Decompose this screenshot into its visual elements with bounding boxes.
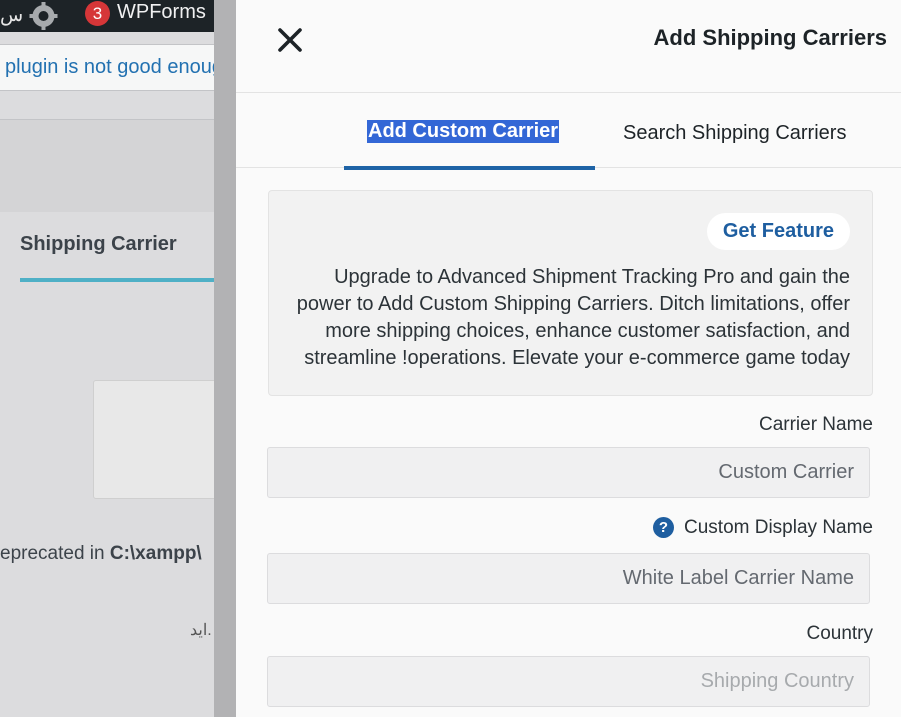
question-circle-icon[interactable]: ?	[653, 517, 674, 539]
pro-upgrade-box: Get Feature Upgrade to Advanced Shipment…	[268, 190, 873, 396]
carrier-name-input[interactable]	[268, 448, 869, 497]
panel-header: Add Shipping Carriers	[236, 0, 901, 93]
active-tab-underline	[344, 166, 595, 170]
country-select[interactable]	[268, 657, 869, 706]
get-feature-button[interactable]: Get Feature	[706, 213, 850, 250]
tab-search-shipping-carriers-label: Search Shipping Carriers	[623, 122, 847, 144]
custom-display-name-field-wrap	[267, 553, 870, 604]
deprecated-path: C:\xampp\	[109, 543, 202, 564]
tab-add-custom-carrier-label: Add Custom Carrier	[367, 120, 560, 143]
notification-badge[interactable]: 3	[85, 1, 110, 26]
close-x-icon[interactable]	[276, 26, 304, 54]
add-shipping-carriers-panel: Add Shipping Carriers Add Custom Carrier…	[236, 0, 901, 717]
panel-title: Add Shipping Carriers	[653, 25, 887, 50]
background-header	[0, 119, 214, 212]
tab-search-shipping-carriers[interactable]: Search Shipping Carriers	[623, 93, 863, 167]
admin-notice-link[interactable]: plugin is not good enoug	[5, 56, 214, 79]
panel-tabs: Add Custom Carrier Search Shipping Carri…	[236, 93, 901, 170]
carrier-name-label: Carrier Name	[758, 414, 873, 435]
country-label: Country	[806, 623, 873, 644]
tab-add-custom-carrier[interactable]: Add Custom Carrier	[344, 93, 595, 170]
background-box	[93, 380, 214, 499]
background-rtl-text: اید.	[190, 622, 212, 639]
admin-notice: plugin is not good enoug	[0, 44, 214, 91]
gear-icon[interactable]	[29, 2, 58, 30]
background-tab-shipping-carriers[interactable]: Shipping Carrier	[20, 233, 214, 256]
custom-display-name-label-text: Custom Display Name	[684, 517, 873, 538]
custom-display-name-input[interactable]	[268, 554, 869, 603]
deprecated-notice: eprecated in C:\xampp\	[0, 543, 202, 565]
deprecated-prefix: eprecated in	[0, 543, 110, 564]
country-field-wrap	[267, 656, 870, 707]
background-page: س 3 WPForms plugin is not good enoug Shi…	[0, 0, 214, 717]
admin-bar-text[interactable]: س	[0, 4, 23, 27]
admin-bar: س 3 WPForms	[0, 0, 214, 32]
admin-bar-wpforms[interactable]: WPForms	[117, 1, 206, 24]
carrier-name-field-wrap	[267, 447, 870, 498]
custom-display-name-label: ? Custom Display Name	[653, 517, 873, 539]
pro-upgrade-text: Upgrade to Advanced Shipment Tracking Pr…	[296, 266, 850, 369]
background-tab-underline	[20, 278, 214, 282]
panel-divider	[214, 0, 236, 717]
